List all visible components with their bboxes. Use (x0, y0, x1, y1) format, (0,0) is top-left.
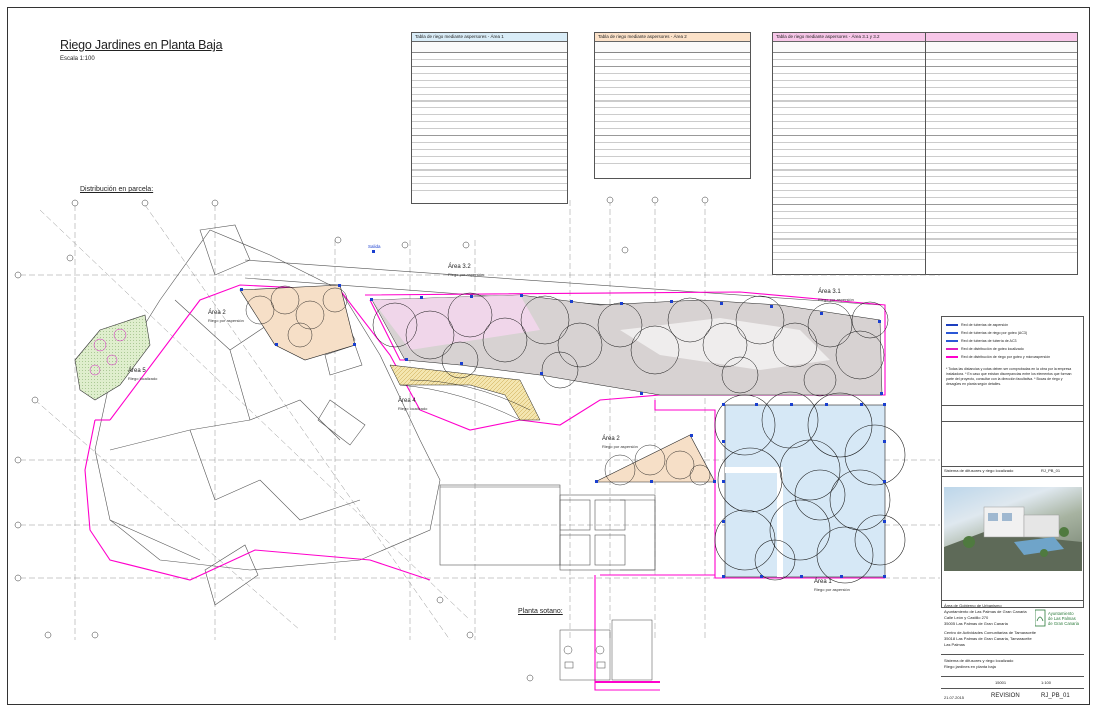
centre-name: Centro de Actividades Comunitarias de Ta… (944, 630, 1036, 635)
area-label: Área 5 (128, 368, 146, 374)
title-block-rule (941, 600, 1084, 601)
org-address-2: 35005 Las Palmas de Gran Canaria (944, 621, 1008, 626)
area-desc: Riego por aspersión (208, 318, 244, 323)
org-address-1: Calle León y Castillo 270 (944, 615, 989, 620)
basement-detail (559, 619, 653, 681)
sheet-date: 21.07.2015 (944, 695, 965, 700)
legend-item: Red de tuberías de riego por goteo (AC3) (946, 331, 1027, 335)
logo-mark: Ayuntamiento de Las Palmas de Gran Canar… (1034, 609, 1080, 627)
org-name: Ayuntamiento de Las Palmas de Gran Canar… (944, 609, 1027, 614)
area-desc: Riego por aspersión (818, 297, 854, 302)
area-5-zone (74, 314, 151, 401)
area-label: Área 1 (814, 579, 832, 585)
legend-divider (942, 405, 1083, 406)
legend-item: Red de distribución de riego por goteo y… (946, 355, 1050, 359)
title-block-rule (941, 476, 1084, 477)
entrance-label: Salida (368, 244, 381, 249)
svg-text:de Gran Canaria: de Gran Canaria (1048, 621, 1080, 626)
legend-swatch (946, 324, 958, 326)
legend-swatch (946, 332, 958, 334)
revision-label: REVISION (991, 693, 1020, 699)
area-desc: Riego por aspersión (602, 444, 638, 449)
legend-swatch (946, 348, 958, 350)
legend-item: Red de tuberías de tubería de AC3 (946, 339, 1017, 343)
city-council-logo: Ayuntamiento de Las Palmas de Gran Canar… (1034, 609, 1085, 629)
area-1-zone (724, 404, 886, 578)
rendering-image (944, 506, 1082, 571)
area-desc: Riego localizado (398, 406, 428, 411)
project-number: 15001 (995, 680, 1007, 685)
title-block-top (941, 466, 1084, 467)
project-line: Sistema de difusores y riego localizado (944, 468, 1014, 473)
area-label: Área 4 (398, 398, 416, 404)
legend-swatch (946, 340, 958, 342)
area-label: Área 3.1 (818, 289, 841, 295)
office-name: Área de Gobierno de Urbanismo (944, 603, 1002, 608)
site-plan (14, 196, 940, 691)
area-desc: Riego localizado (128, 376, 158, 381)
area-desc: Riego por aspersión (814, 587, 850, 592)
legend-item: Red de tuberías de aspersión (946, 323, 1008, 327)
sheet-title-2: Riego jardines en planta baja (944, 664, 996, 669)
city: Las Palmas (944, 642, 965, 647)
title-block-rule (941, 688, 1084, 689)
sheet-code-top: RJ_PB_01 (1041, 468, 1061, 473)
title-block-rule (941, 676, 1084, 677)
sheet-scale: 1:100 (1041, 680, 1052, 685)
sheet-title-1: Sistema de difusores y riego localizado (944, 658, 1014, 663)
area-label: Área 2 (602, 436, 620, 442)
area-desc: Riego por aspersión (448, 272, 484, 277)
centre-address: 35018 Las Palmas de Gran Canaria, Tamara… (944, 636, 1032, 641)
title-block-rule (941, 654, 1084, 655)
legend-notes: * Todas las distancias y cotas deben ser… (946, 367, 1072, 386)
legend-swatch (946, 356, 958, 358)
area-2-zone (594, 434, 716, 483)
area-label: Área 3.2 (448, 264, 471, 270)
area-label: Área 2 (208, 310, 226, 316)
sheet-code: RJ_PB_01 (1041, 693, 1070, 699)
area-4-zone (389, 364, 541, 421)
legend-divider (942, 421, 1083, 422)
legend-item: Red de distribución de goteo localizado (946, 347, 1024, 351)
drawing-sheet: Riego Jardines en Planta Baja Escala 1:1… (0, 0, 1098, 712)
building-rendering (944, 487, 1082, 571)
